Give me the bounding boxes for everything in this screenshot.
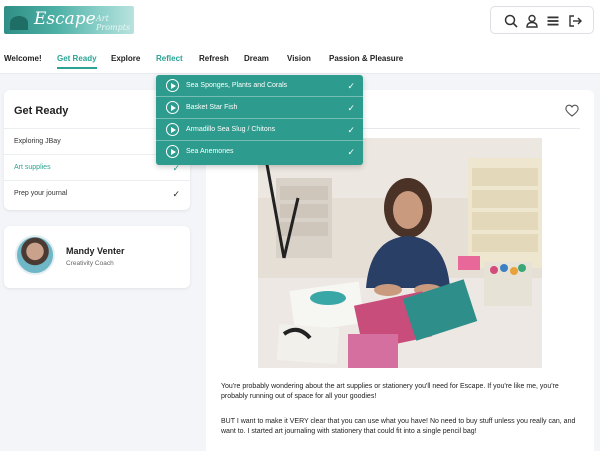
logo-subtext: Art Prompts (96, 14, 131, 32)
menu-item-sea-sponges[interactable]: Sea Sponges, Plants and Corals ✓ (156, 75, 363, 97)
menu-item-label: Sea Sponges, Plants and Corals (186, 82, 288, 89)
play-circle-icon (166, 123, 179, 136)
check-icon: ✓ (347, 81, 355, 91)
check-icon: ✓ (347, 103, 355, 113)
nav-explore[interactable]: Explore (111, 49, 140, 69)
nav-reflect[interactable]: Reflect (156, 49, 183, 69)
coach-card: Mandy Venter Creativity Coach (4, 226, 190, 288)
lesson-label: Art supplies (14, 164, 51, 171)
menu-item-armadillo-sea-slug[interactable]: Armadillo Sea Slug / Chitons ✓ (156, 119, 363, 141)
menu-item-label: Armadillo Sea Slug / Chitons (186, 126, 276, 133)
reflect-dropdown-menu: Sea Sponges, Plants and Corals ✓ Basket … (156, 75, 363, 165)
check-icon: ✓ (172, 189, 180, 199)
main-nav: Welcome! Get Ready Explore Reflect Refre… (0, 49, 600, 71)
body-paragraph: BUT I want to make it VERY clear that yo… (221, 418, 576, 435)
play-circle-icon (166, 101, 179, 114)
check-icon: ✓ (347, 125, 355, 135)
nav-passion-pleasure[interactable]: Passion & Pleasure (329, 49, 403, 69)
menu-item-basket-star-fish[interactable]: Basket Star Fish ✓ (156, 97, 363, 119)
menu-item-sea-anemones[interactable]: Sea Anemones ✓ (156, 141, 363, 163)
logo-text: Escape (34, 9, 96, 29)
sidebar-title: Get Ready (14, 105, 69, 117)
nav-get-ready[interactable]: Get Ready (57, 49, 97, 69)
header-toolbar (490, 6, 594, 34)
play-circle-icon (166, 145, 179, 158)
nav-welcome[interactable]: Welcome! (4, 49, 42, 69)
nav-refresh[interactable]: Refresh (199, 49, 229, 69)
nav-dream[interactable]: Dream (244, 49, 269, 69)
check-icon: ✓ (347, 147, 355, 157)
menu-icon[interactable] (545, 13, 561, 29)
heart-icon[interactable] (564, 102, 580, 118)
wave-icon (10, 16, 28, 30)
lesson-label: Exploring JBay (14, 138, 61, 145)
menu-item-label: Basket Star Fish (186, 104, 238, 111)
brand-logo[interactable]: Escape Art Prompts (4, 6, 134, 34)
lesson-label: Prep your journal (14, 190, 68, 197)
coach-name: Mandy Venter (66, 246, 125, 256)
logout-icon[interactable] (567, 13, 583, 29)
avatar (15, 235, 55, 275)
user-icon[interactable] (524, 13, 540, 29)
menu-item-label: Sea Anemones (186, 148, 234, 155)
search-icon[interactable] (503, 13, 519, 29)
divider (358, 128, 580, 129)
header: Escape Art Prompts Welcome! Get Ready Ex… (0, 0, 600, 74)
lesson-item-prep-journal[interactable]: Prep your journal ✓ (4, 180, 190, 206)
play-circle-icon (166, 79, 179, 92)
nav-vision[interactable]: Vision (287, 49, 311, 69)
coach-role: Creativity Coach (66, 260, 114, 267)
lesson-photo (258, 138, 542, 368)
body-paragraph: You're probably wondering about the art … (221, 383, 559, 400)
